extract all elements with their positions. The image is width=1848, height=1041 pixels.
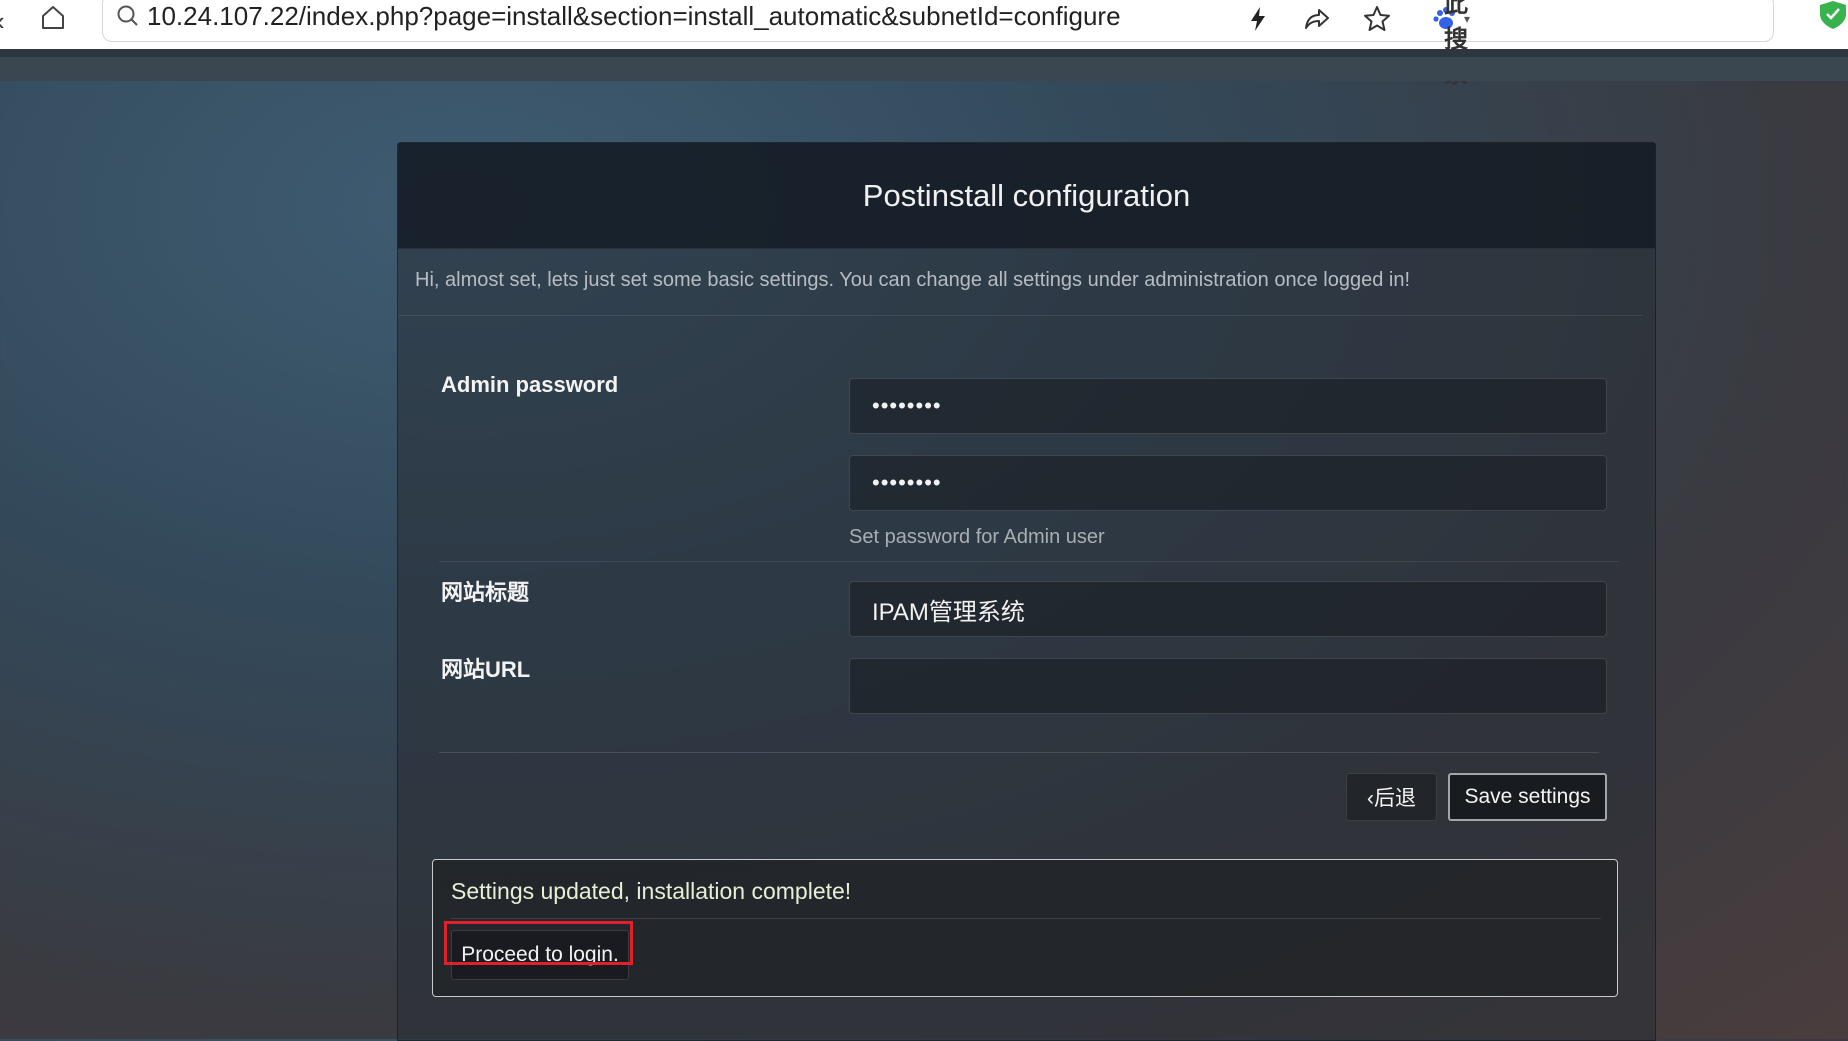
- back-icon[interactable]: ‹: [0, 6, 5, 37]
- lightning-icon[interactable]: [1243, 4, 1273, 34]
- star-icon[interactable]: [1362, 4, 1392, 34]
- page-top-stripe: [0, 49, 1848, 57]
- search-engine-selector[interactable]: ▾ 在此搜索: [1432, 0, 1470, 88]
- admin-password-label: Admin password: [441, 372, 619, 397]
- highlight-box: [444, 921, 633, 965]
- site-url-label: 网站URL: [441, 657, 531, 682]
- page-title: Postinstall configuration: [862, 177, 1191, 213]
- postinstall-panel: Postinstall configuration Hi, almost set…: [397, 142, 1656, 1041]
- browser-toolbar: ‹ 10.24.107.22/index.php?page=install&se…: [0, 0, 1848, 88]
- panel-header: Postinstall configuration: [398, 143, 1655, 249]
- divider: [439, 561, 1619, 562]
- alert-message: Settings updated, installation complete!: [451, 878, 852, 904]
- password-hint: Set password for Admin user: [849, 526, 1105, 548]
- home-icon[interactable]: [40, 4, 66, 30]
- admin-password-field[interactable]: ••••••••: [849, 378, 1607, 434]
- site-title-label: 网站标题: [441, 580, 530, 605]
- admin-password-confirm-field[interactable]: ••••••••: [849, 455, 1607, 511]
- site-url-field[interactable]: [849, 658, 1607, 714]
- share-icon[interactable]: [1302, 4, 1332, 34]
- success-alert: Settings updated, installation complete!…: [432, 859, 1618, 997]
- divider: [451, 918, 1601, 919]
- save-settings-button[interactable]: Save settings: [1448, 773, 1607, 821]
- page-navbar: [0, 57, 1848, 81]
- divider: [398, 315, 1643, 316]
- back-button[interactable]: ‹后退: [1346, 773, 1437, 821]
- search-icon: [117, 5, 138, 26]
- divider: [439, 752, 1599, 753]
- shield-icon[interactable]: [1818, 0, 1848, 30]
- url-text[interactable]: 10.24.107.22/index.php?page=install&sect…: [147, 1, 1121, 32]
- address-bar[interactable]: 10.24.107.22/index.php?page=install&sect…: [102, 0, 1774, 42]
- intro-text: Hi, almost set, lets just set some basic…: [415, 269, 1410, 291]
- site-title-field[interactable]: IPAM管理系统: [849, 581, 1607, 637]
